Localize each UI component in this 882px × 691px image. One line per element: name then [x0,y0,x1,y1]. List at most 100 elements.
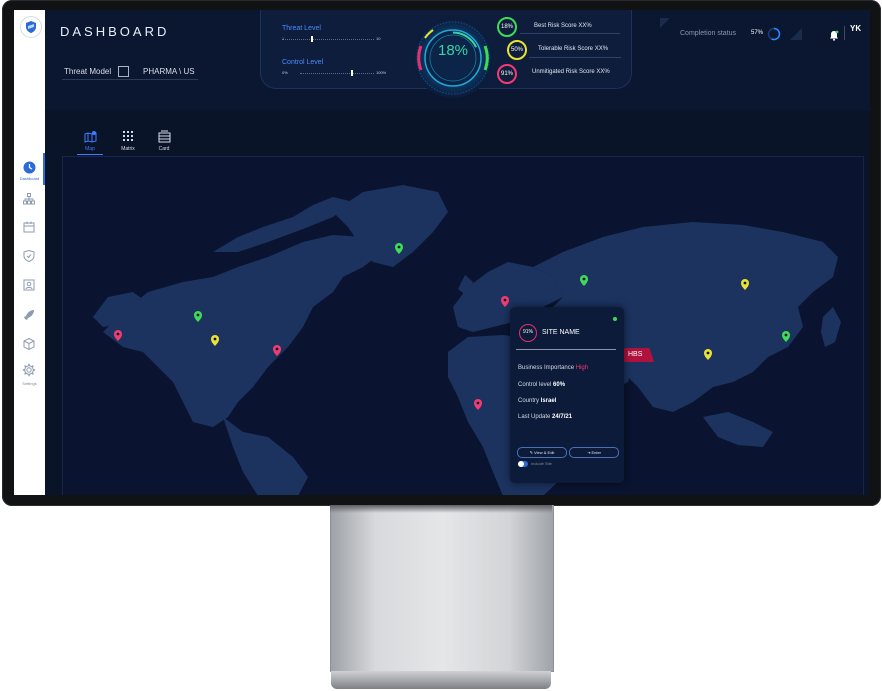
site-score-ring: 91% [519,324,537,342]
tab-map-label: Map [85,146,95,152]
continent-south-america [223,417,308,495]
continent-se-asia [703,412,773,447]
shield-icon [23,250,35,262]
last-update-row: Last Update 24/7/21 [518,414,572,420]
control-level-slider[interactable] [300,73,374,74]
monitor-stand-foot [331,671,551,689]
completion-status-label: Completion status [680,30,737,37]
view-edit-button[interactable]: ✎ View & Edit [517,447,567,458]
control-level-max: 100% [376,70,387,75]
sidebar-item-rocket[interactable] [14,306,45,330]
risk-gauge-value: 18% [437,42,469,59]
header-divider [844,26,845,40]
map-pin-center [706,351,710,355]
grid-icon [123,131,133,141]
completion-status-value: 57% [751,30,764,36]
contact-card-icon [23,279,35,291]
tolerable-risk-ring: 50% [507,40,527,60]
threat-level-min: 1 [282,36,285,41]
country-value: Israel [540,398,557,404]
score-divider [520,33,620,34]
score-divider [529,57,621,58]
view-edit-label: View & Edit [534,450,555,455]
cube-icon [23,338,35,350]
clock-icon [23,161,36,174]
map-pin-center [503,298,507,302]
tab-matrix[interactable]: Matrix [115,130,141,156]
control-level-row: Control level 60% [518,382,565,388]
card-icon [158,130,171,143]
threat-model-value[interactable]: PHARMA \ US [143,67,195,76]
shield-logo-icon [26,21,36,33]
map-pin-center [116,332,120,336]
tab-active-indicator [77,154,103,155]
site-status-dot [613,317,617,321]
control-level-row-value: 60% [553,382,566,388]
enter-button[interactable]: ⇥ Enter [569,447,619,458]
map-pin-center [743,281,747,285]
control-level-min: 0% [282,70,288,75]
business-importance-value: High [575,365,589,371]
tolerable-risk-label: Tolerable Risk Score XX% [538,46,609,52]
monitor-bezel: Dashboard Settings DASHBOARD Threat Mode… [2,0,881,506]
map-pin-center [784,333,788,337]
monitor-stand-shadow [330,505,552,513]
sidebar-item-dashboard[interactable]: Dashboard [14,158,45,182]
map-icon [84,131,97,143]
site-tag[interactable]: HBS [624,348,654,362]
tab-card[interactable]: Card [151,130,177,156]
enter-label: Enter [591,450,602,455]
threat-model-icon[interactable] [118,66,129,77]
gear-icon [22,363,36,377]
corner-decoration [790,28,802,40]
threat-level-max: 10 [376,36,381,41]
unmitigated-risk-ring: 91% [497,64,517,84]
sidebar: Dashboard Settings [14,10,45,495]
last-update-label: Last Update [518,414,551,420]
calendar-icon [23,221,35,233]
sidebar-item-cube[interactable] [14,335,45,359]
world-map[interactable] [62,156,864,495]
sidebar-item-hierarchy[interactable] [14,190,45,214]
continent-japan [821,307,841,347]
threat-level-label: Threat Level [282,25,321,32]
page-title: DASHBOARD [60,24,170,39]
business-importance-label: Business Importance [518,365,575,371]
sidebar-item-label: Settings [22,381,37,386]
include-site-label: Include Site [531,461,552,466]
corner-decoration [660,18,670,28]
sidebar-item-contacts[interactable] [14,276,45,300]
sidebar-item-label: Dashboard [19,176,40,181]
map-pin-center [196,313,200,317]
monitor-stand [330,505,554,672]
world-map-canvas [93,185,841,495]
control-level-row-label: Control level [518,382,552,388]
map-pin-center [275,347,279,351]
screen: Dashboard Settings DASHBOARD Threat Mode… [14,10,870,495]
tab-map[interactable]: Map [77,130,103,156]
country-label: Country [518,398,540,404]
tab-matrix-label: Matrix [121,146,135,152]
map-pin-center [397,245,401,249]
map-pin-center [582,277,586,281]
tab-card-label: Card [158,146,170,152]
hierarchy-icon [23,193,35,205]
sidebar-item-settings[interactable]: Settings [14,361,45,386]
sidebar-item-calendar[interactable] [14,218,45,242]
popup-divider [516,349,616,350]
control-level-label: Control Level [282,59,324,66]
threat-level-handle[interactable] [311,36,313,42]
unmitigated-risk-label: Unmitigated Risk Score XX% [532,69,610,75]
control-level-handle[interactable] [351,70,353,76]
map-pin-center [213,337,217,341]
user-avatar[interactable]: YK [850,24,861,33]
business-importance-row: Business Importance High [518,365,588,371]
sidebar-item-shield[interactable] [14,247,45,271]
best-risk-ring: 18% [497,17,517,37]
threat-level-slider[interactable] [282,39,374,40]
completion-ring [767,27,781,41]
threat-model-label: Threat Model [64,67,112,76]
include-site-toggle-knob[interactable] [518,461,524,467]
continent-north-america [103,235,383,427]
bell-icon[interactable] [829,30,839,41]
